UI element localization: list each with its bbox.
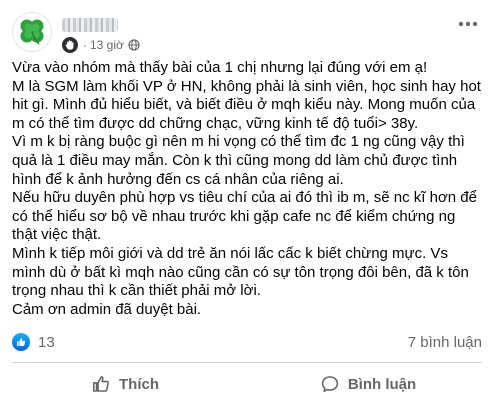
post-body-line: Cảm ơn admin đã duyệt bài. [12, 300, 202, 318]
like-button[interactable]: Thích [4, 366, 247, 402]
post-header: · 13 giờ [12, 12, 484, 56]
facebook-post: · 13 giờ Vừa vào nhóm mà thấy bài của 1 … [0, 0, 494, 405]
author-name-blurred[interactable] [62, 18, 118, 32]
meta-separator: · [83, 38, 87, 52]
post-body-line: hình để k ảnh hưởng đến cs cá nhân của r… [12, 170, 344, 188]
post-body-line: Nếu hữu duyên phù hợp vs tiêu chí của ai… [12, 189, 477, 207]
post-body-line: quả là 1 điều may mắn. Còn k thì cũng mo… [12, 151, 458, 169]
post-body-line: Mình k tiếp môi giới và dd trẻ ăn nói lấ… [12, 244, 448, 262]
avatar[interactable] [12, 12, 52, 52]
waving-hand-icon [62, 37, 78, 53]
four-leaf-clover-icon [20, 19, 44, 45]
post-body-line: Vì m k bị ràng buộc gì nên m hi vọng có … [12, 133, 465, 151]
post-meta: · 13 giờ [62, 37, 140, 53]
post-body-line: Vừa vào nhóm mà thấy bài của 1 chị nhưng… [12, 59, 428, 76]
reactions-bar: 13 7 bình luận [12, 332, 482, 352]
post-body: Vừa vào nhóm mà thấy bài của 1 chị nhưng… [12, 59, 484, 319]
comment-button-label: Bình luận [347, 375, 417, 393]
divider [12, 362, 482, 363]
post-actions: Thích Bình luận [4, 366, 490, 402]
post-body-line: m có thể tìm được dd chững chạc, vững ki… [12, 114, 419, 132]
more-horizontal-icon[interactable] [452, 12, 484, 36]
comment-button[interactable]: Bình luận [247, 366, 490, 402]
like-thumb-icon[interactable] [12, 333, 30, 351]
post-body-line: mình dù ở bất kì mqh nào cũng cần có sự … [12, 263, 469, 281]
like-outline-icon [93, 376, 109, 392]
post-body-line: M là SGM làm khối VP ở HN, không phải là… [12, 77, 481, 95]
post-body-line: thật việc thật. [12, 226, 102, 244]
like-count[interactable]: 13 [38, 334, 55, 351]
post-body-line: trọng nhau thì k cần thiết phải mở lời. [12, 282, 261, 300]
comment-bubble-icon [321, 376, 339, 392]
post-time[interactable]: 13 giờ [90, 38, 124, 52]
post-body-line: có thể hiểu sơ bộ về nhau trước khi gặp … [12, 207, 456, 225]
like-button-label: Thích [119, 375, 159, 393]
comment-count[interactable]: 7 bình luận [408, 334, 482, 351]
post-body-line: hit gì. Mình đủ hiểu biết, và biết điều … [12, 96, 476, 114]
globe-icon [128, 39, 140, 51]
